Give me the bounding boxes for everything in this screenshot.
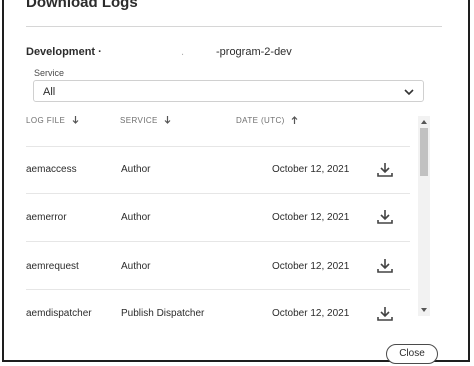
download-icon[interactable] (376, 209, 394, 225)
row-divider (26, 193, 410, 194)
log-file-cell: aemrequest (26, 261, 79, 272)
dialog-title: Download Logs (26, 0, 138, 11)
environment-info: Development · . -program-2-dev (26, 46, 292, 58)
date-cell: October 12, 2021 (272, 308, 350, 319)
row-divider (26, 289, 410, 290)
log-file-cell: aemaccess (26, 164, 77, 175)
log-file-cell: aemerror (26, 212, 67, 223)
close-button[interactable]: Close (386, 344, 438, 364)
column-header-log-file[interactable]: LOG FILE (26, 116, 79, 125)
scroll-up-arrow-icon[interactable] (421, 120, 427, 124)
column-header-date-label: DATE (UTC) (236, 116, 285, 125)
environment-name: Development · (26, 46, 102, 58)
service-cell: Author (121, 212, 151, 223)
arrow-up-icon (291, 116, 298, 124)
table-scrollbar[interactable] (418, 116, 430, 316)
service-dropdown[interactable]: All (33, 80, 424, 102)
column-header-log-file-label: LOG FILE (26, 116, 66, 125)
environment-separator: . (181, 46, 185, 58)
download-icon[interactable] (376, 306, 394, 322)
service-selected-value: All (43, 86, 56, 98)
download-icon[interactable] (376, 258, 394, 274)
download-logs-dialog: Download Logs Development · . -program-2… (2, 0, 470, 362)
download-icon[interactable] (376, 162, 394, 178)
arrow-down-icon (72, 116, 79, 124)
service-cell: Author (121, 261, 151, 272)
date-cell: October 12, 2021 (272, 261, 350, 272)
service-label: Service (34, 68, 65, 78)
scroll-thumb[interactable] (420, 128, 428, 176)
column-header-service[interactable]: SERVICE (120, 116, 171, 125)
row-divider (26, 241, 410, 242)
scroll-down-arrow-icon[interactable] (421, 308, 427, 312)
date-cell: October 12, 2021 (272, 164, 350, 175)
service-cell: Publish Dispatcher (121, 308, 205, 319)
chevron-down-icon (404, 89, 414, 96)
log-file-cell: aemdispatcher (26, 308, 92, 319)
column-header-date[interactable]: DATE (UTC) (236, 116, 298, 125)
service-cell: Author (121, 164, 151, 175)
column-header-service-label: SERVICE (120, 116, 158, 125)
program-name: -program-2-dev (216, 46, 292, 58)
date-cell: October 12, 2021 (272, 212, 350, 223)
title-divider (26, 26, 442, 27)
row-divider (26, 146, 410, 147)
arrow-down-icon (164, 116, 171, 124)
